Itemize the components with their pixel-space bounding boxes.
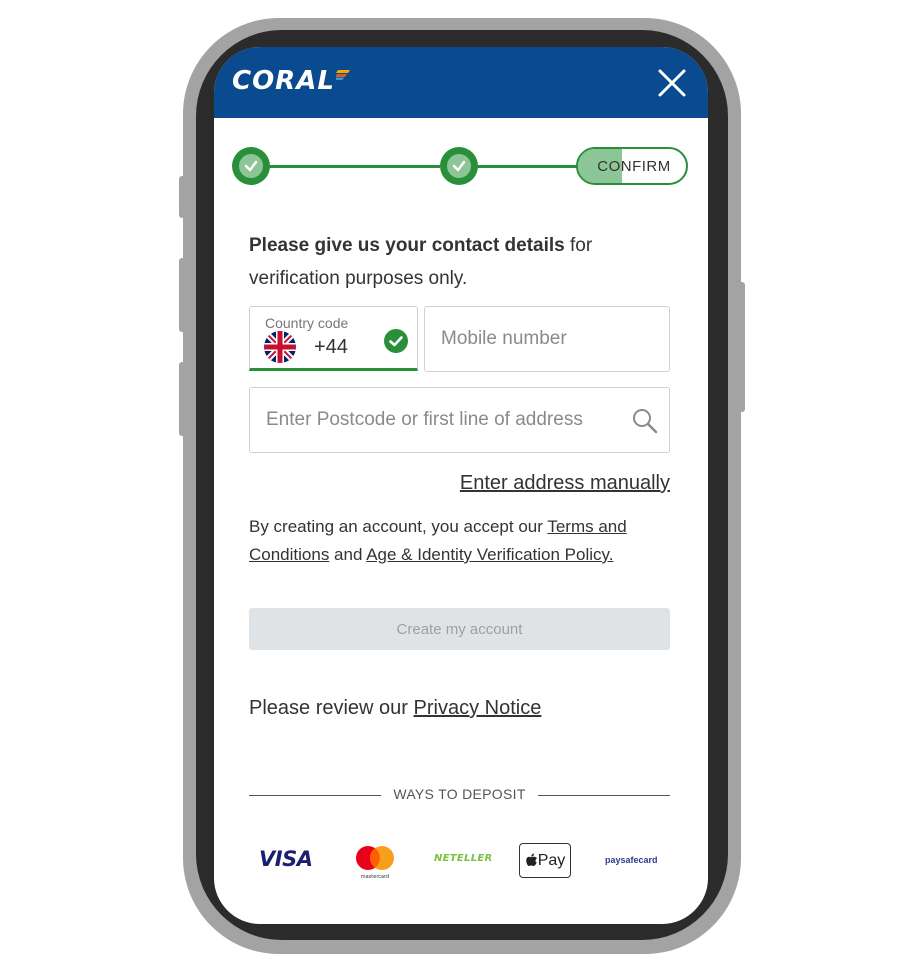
close-icon[interactable] xyxy=(656,67,688,99)
ways-to-deposit-divider: WAYS TO DEPOSIT xyxy=(249,785,670,805)
mastercard-wordmark: mastercard xyxy=(361,874,389,880)
privacy-text: Please review our Privacy Notice xyxy=(249,697,541,720)
app-header: CORAL xyxy=(214,47,708,118)
step-2-complete xyxy=(440,147,478,185)
check-icon xyxy=(452,160,466,172)
stepper-connector xyxy=(476,165,578,168)
apple-icon xyxy=(525,853,537,866)
phone-screen: CORAL CONFIRM Please give us your contac… xyxy=(214,47,708,924)
stepper-connector xyxy=(268,165,440,168)
check-circle-icon xyxy=(384,329,408,353)
phone-power-button xyxy=(735,282,745,412)
intro-bold: Please give us your contact details xyxy=(249,235,565,256)
apple-pay-text: Pay xyxy=(537,851,566,869)
check-icon xyxy=(244,160,258,172)
search-icon[interactable] xyxy=(632,408,658,434)
contact-intro-text: Please give us your contact details for … xyxy=(249,229,649,295)
step-3-label: CONFIRM xyxy=(597,157,671,175)
terms-prefix: By creating an account, you accept our xyxy=(249,517,548,536)
registration-stepper: CONFIRM xyxy=(232,147,688,185)
logo-flag-icon xyxy=(335,70,350,80)
enter-address-manually-link[interactable]: Enter address manually xyxy=(454,472,670,495)
privacy-prefix: Please review our xyxy=(249,697,414,719)
ways-to-deposit-heading: WAYS TO DEPOSIT xyxy=(393,786,526,802)
divider-line xyxy=(538,795,670,796)
mastercard-logo: mastercard xyxy=(356,846,394,880)
apple-pay-logo: Pay xyxy=(519,843,571,878)
step-1-complete xyxy=(232,147,270,185)
address-search-input[interactable] xyxy=(250,388,669,452)
country-code-label: Country code xyxy=(265,315,349,331)
age-identity-policy-link[interactable]: Age & Identity Verification Policy. xyxy=(366,545,613,564)
step-3-confirm: CONFIRM xyxy=(576,147,688,185)
neteller-logo: NETELLER xyxy=(434,853,493,864)
visa-logo: VISA xyxy=(259,847,313,871)
mobile-number-field xyxy=(424,306,670,372)
terms-text: By creating an account, you accept our T… xyxy=(249,513,670,569)
uk-flag-icon xyxy=(264,331,296,363)
mobile-number-input[interactable] xyxy=(425,307,669,371)
paysafecard-logo: paysafecard xyxy=(605,855,658,865)
address-search-field xyxy=(249,387,670,453)
payment-methods: VISA mastercard NETELLER Pay paysafecard xyxy=(249,842,670,882)
country-code-value: +44 xyxy=(314,336,348,358)
phone-volume-up-button xyxy=(179,258,189,332)
logo-text: CORAL xyxy=(232,66,335,96)
country-code-select[interactable]: Country code +44 xyxy=(249,306,418,371)
privacy-notice-link[interactable]: Privacy Notice xyxy=(414,697,542,719)
terms-middle: and xyxy=(329,545,367,564)
coral-logo: CORAL xyxy=(232,65,350,97)
phone-volume-down-button xyxy=(179,362,189,436)
phone-side-button xyxy=(179,176,189,218)
create-account-button[interactable]: Create my account xyxy=(249,608,670,650)
